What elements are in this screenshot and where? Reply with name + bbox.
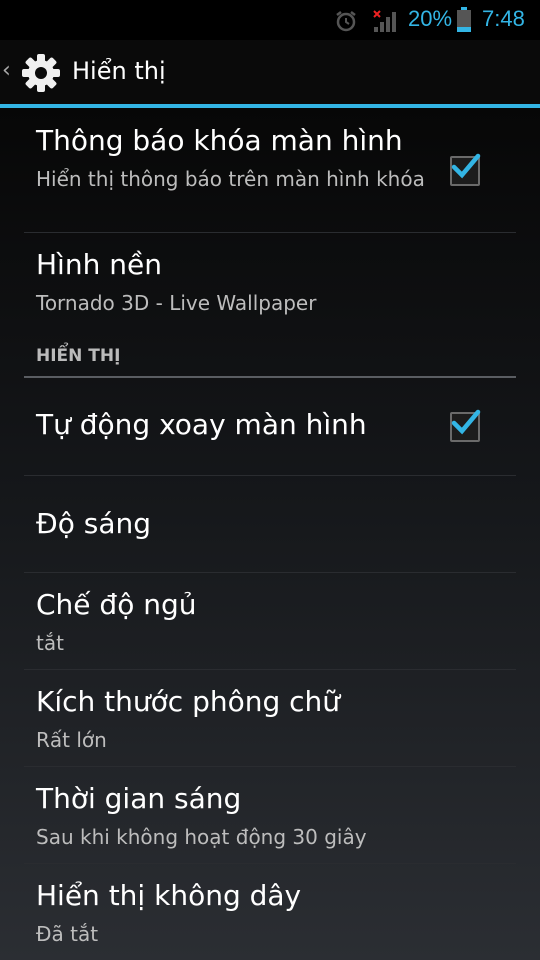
setting-title: Chế độ ngủ — [36, 588, 197, 621]
setting-screen-timeout[interactable]: Thời gian sáng Sau khi không hoạt động 3… — [24, 766, 516, 864]
setting-sleep[interactable]: Chế độ ngủ tắt — [24, 572, 516, 670]
settings-list: Thông báo khóa màn hình Hiển thị thông b… — [0, 108, 540, 960]
lock-notification-checkbox[interactable] — [450, 153, 481, 186]
setting-font-size[interactable]: Kích thước phông chữ Rất lớn — [24, 669, 516, 767]
setting-lock-notification[interactable]: Thông báo khóa màn hình Hiển thị thông b… — [24, 108, 516, 233]
setting-subtitle: Tornado 3D - Live Wallpaper — [36, 291, 317, 315]
gear-icon[interactable] — [20, 52, 62, 94]
battery-percent: 20% — [408, 6, 453, 31]
battery-icon — [456, 7, 472, 37]
clock: 7:48 — [482, 6, 525, 31]
signal-icon — [372, 9, 400, 37]
setting-title: Độ sáng — [36, 507, 151, 540]
setting-wireless-display[interactable]: Hiển thị không dây Đã tắt — [24, 863, 516, 960]
page-title[interactable]: Hiển thị — [72, 57, 166, 85]
status-bar: 20% 7:48 — [0, 0, 540, 40]
setting-title: Hiển thị không dây — [36, 879, 302, 912]
section-header-display: HIỂN THỊ — [24, 338, 516, 378]
setting-title: Tự động xoay màn hình — [36, 408, 367, 441]
alarm-icon — [334, 9, 358, 37]
section-label: HIỂN THỊ — [36, 346, 121, 366]
setting-title: Thời gian sáng — [36, 782, 242, 815]
setting-brightness[interactable]: Độ sáng — [24, 475, 516, 573]
back-chevron-icon[interactable]: ‹ — [2, 58, 11, 83]
auto-rotate-checkbox[interactable] — [450, 409, 481, 442]
setting-subtitle: Đã tắt — [36, 922, 99, 946]
setting-subtitle: tắt — [36, 631, 64, 655]
setting-title: Kích thước phông chữ — [36, 685, 341, 718]
setting-subtitle: Sau khi không hoạt động 30 giây — [36, 825, 367, 849]
setting-wallpaper[interactable]: Hình nền Tornado 3D - Live Wallpaper — [24, 232, 516, 332]
setting-subtitle: Hiển thị thông báo trên màn hình khóa — [36, 167, 425, 191]
setting-title: Hình nền — [36, 248, 162, 281]
action-bar: ‹ Hiển thị — [0, 40, 540, 104]
setting-title: Thông báo khóa màn hình — [36, 124, 403, 157]
setting-auto-rotate[interactable]: Tự động xoay màn hình — [24, 378, 516, 476]
setting-subtitle: Rất lớn — [36, 728, 107, 752]
